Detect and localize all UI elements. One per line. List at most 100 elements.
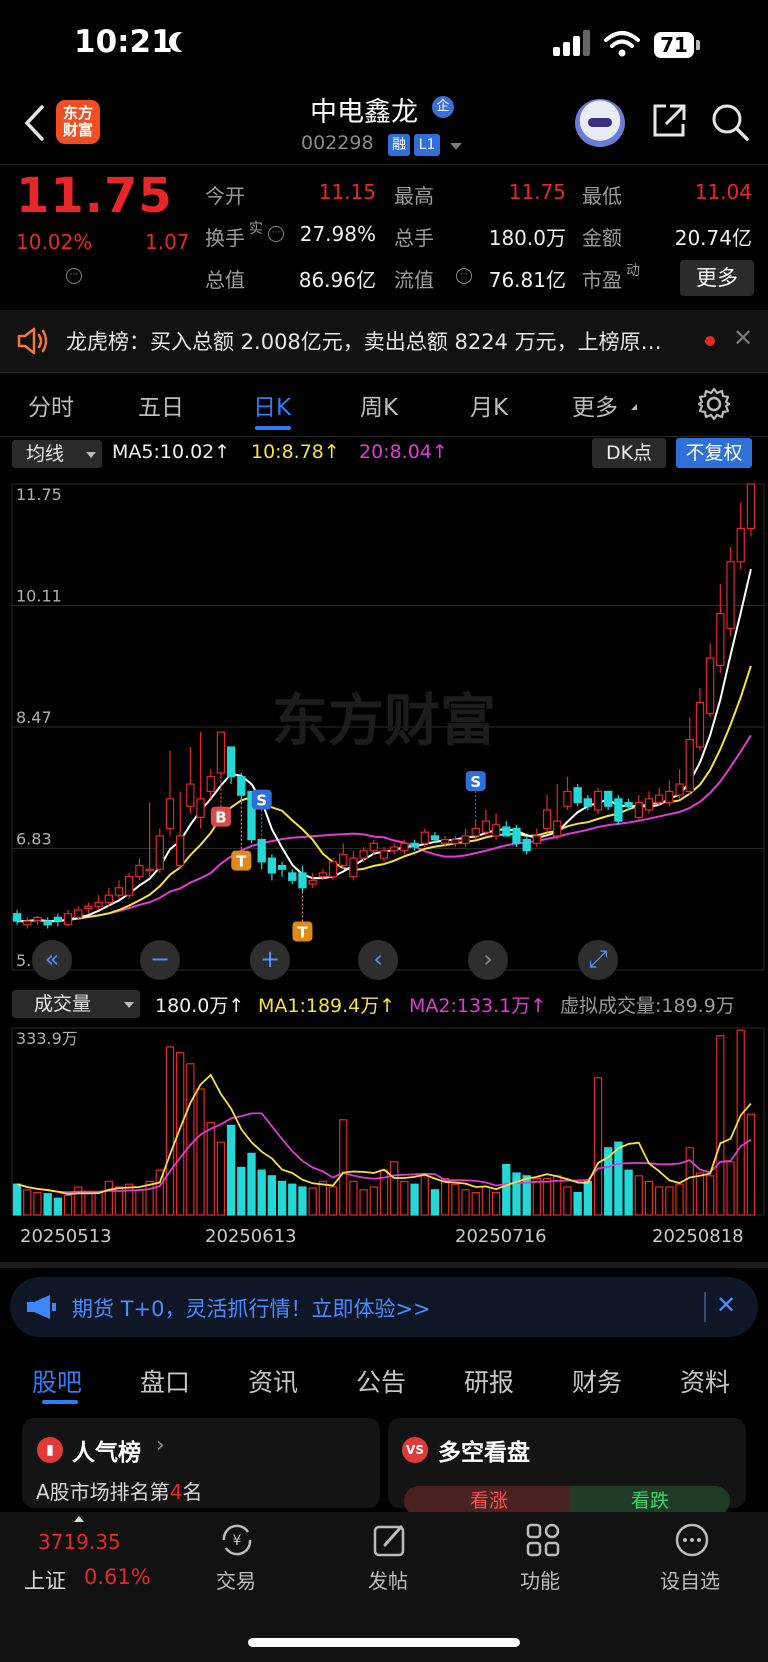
info-icon[interactable]: ··· [456,268,472,284]
volume-bar [716,1035,725,1216]
candle-body [63,913,73,926]
candle-body [716,613,725,667]
chart-tab[interactable]: 月K [470,388,508,422]
stock-name: 中电鑫龙 [310,97,418,128]
nav-trade[interactable]: 交易 [216,1565,256,1594]
candle-body [237,776,246,796]
stock-code: 002298 [301,132,374,154]
y-tick-label: 11.75 [16,485,62,504]
candle-body [277,864,287,870]
candle-body [145,868,154,872]
marker-label: S [256,792,267,810]
candle-body [359,850,368,859]
adjust-button[interactable]: 不复权 [676,438,752,468]
candle-body [726,561,735,630]
ma10-label: 10:8.78↑ [251,441,340,463]
content-tab[interactable]: 股吧 [32,1363,82,1399]
search-icon[interactable] [710,102,750,142]
content-tab[interactable]: 公告 [356,1363,406,1399]
index-value[interactable]: 3719.35 [38,1530,121,1554]
candle-body [522,839,531,852]
fullscreen-icon[interactable]: ⤢ [578,940,618,980]
chart-tab[interactable]: 五日 [138,388,184,422]
volume-bar [410,1183,419,1216]
nav-function[interactable]: 功能 [520,1565,560,1594]
nav-post[interactable]: 发帖 [368,1565,408,1594]
quote-label-sup: 实 [249,221,263,237]
quote-value: 27.98% [299,222,376,246]
candle-body [451,839,460,844]
candle-body [491,824,501,837]
share-icon[interactable] [650,102,688,140]
robot-eye [588,118,612,127]
volume-ma2: MA2:133.1万↑ [409,995,547,1017]
volume-current: 180.0万↑ [155,995,245,1017]
scroll-left-fast-icon[interactable]: « [32,940,72,980]
volume-bar [665,1186,674,1216]
content-tab[interactable]: 盘口 [140,1363,190,1399]
wifi-icon [604,31,640,57]
quote-label: 最低 [582,184,622,208]
scroll-right-icon[interactable]: › [468,940,508,980]
chart-tab[interactable]: 分时 [28,388,74,422]
volume-bar [125,1183,134,1216]
ma-select-caret-icon [86,452,96,458]
date-label: 20250613 [205,1226,297,1247]
signal-icon [553,30,593,56]
index-percent[interactable]: 0.61% [84,1565,151,1589]
change-percent: 10.02% [16,230,93,254]
candle-body [379,850,389,859]
candle-body [563,790,572,807]
promo-text[interactable]: 期货 T+0，灵活抓行情！立即体验>> [72,1293,431,1323]
info-icon[interactable]: ··· [268,226,284,242]
volume-bar [247,1152,256,1216]
candle-body [84,905,93,910]
chart-tab[interactable]: 更多 [572,388,618,422]
news-text[interactable]: 龙虎榜：买入总额 2.008亿元，卖出总额 8224 万元，上榜原因：日涨幅偏离… [66,326,666,356]
content-tab[interactable]: 资讯 [248,1363,298,1399]
candle-body [644,798,654,811]
function-icon[interactable] [524,1521,562,1559]
volume-bar [430,1189,440,1216]
bull-bear-title: 多空看盘 [438,1440,530,1466]
candlestick-chart[interactable]: 11.7510.118.476.835.19东方财富BTTSS [0,470,768,985]
candle-body [104,894,113,904]
promo-close-icon[interactable]: ✕ [716,1291,736,1319]
trade-icon[interactable]: ¥ [218,1521,256,1559]
back-icon[interactable] [22,104,46,142]
zoom-in-icon[interactable]: + [250,940,290,980]
quote-value: 76.81亿 [488,268,566,292]
candle-body [593,790,603,811]
dk-button[interactable]: DK点 [592,438,666,468]
volume-chart[interactable]: 333.9万 [0,1020,768,1220]
favorite-icon[interactable] [673,1521,711,1559]
zoom-out-icon[interactable]: − [140,940,180,980]
volume-bar [53,1197,63,1216]
volume-bar [349,1180,358,1216]
caret-down-icon[interactable] [450,143,462,150]
candle-body [53,916,63,922]
volume-bar [226,1124,236,1216]
gear-icon[interactable] [697,387,731,421]
quote-value: 86.96亿 [298,268,376,292]
candle-body [573,787,582,804]
post-icon[interactable] [371,1521,409,1559]
content-tab[interactable]: 研报 [464,1363,514,1399]
index-name[interactable]: 上证 [24,1565,66,1595]
content-tab[interactable]: 资料 [680,1363,730,1399]
nav-add-favorite[interactable]: 设自选 [660,1565,720,1594]
info-icon[interactable]: ··· [66,268,82,284]
separator [704,1292,706,1322]
volume-bar [655,1186,664,1216]
volume-bar [420,1175,429,1216]
more-quote-button[interactable]: 更多 [680,260,754,296]
volume-select[interactable]: 成交量 [12,990,140,1018]
content-tab[interactable]: 财务 [572,1363,622,1399]
scroll-left-icon[interactable]: ‹ [358,940,398,980]
home-indicator [248,1638,520,1647]
volume-bar [440,1177,450,1216]
volume-bar [359,1189,368,1216]
chart-tab[interactable]: 周K [360,388,398,422]
news-close-icon[interactable]: ✕ [733,324,753,352]
chart-tab[interactable]: 日K [253,388,291,422]
